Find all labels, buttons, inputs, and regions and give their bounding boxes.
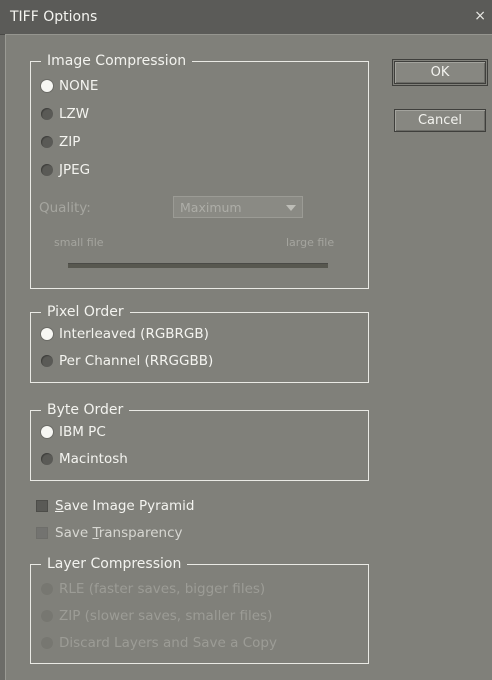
radio-unselected-icon <box>41 136 53 148</box>
checkbox-box <box>36 500 48 512</box>
title-bar: TIFF Options × <box>0 0 492 35</box>
byte-order-group: Byte Order IBM PC Macintosh <box>30 401 369 481</box>
byte-order-ibm-pc-label: IBM PC <box>59 424 106 440</box>
compression-none-radio[interactable]: NONE <box>41 78 98 94</box>
cancel-button[interactable]: Cancel <box>394 109 486 132</box>
radio-disabled-icon <box>41 583 53 595</box>
layer-compression-discard-label: Discard Layers and Save a Copy <box>59 635 277 651</box>
layer-compression-rle-radio[interactable]: RLE (faster saves, bigger files) <box>41 581 265 597</box>
pixel-order-per-channel-label: Per Channel (RRGGBB) <box>59 353 214 369</box>
pixel-order-interleaved-label: Interleaved (RGBRGB) <box>59 326 209 342</box>
radio-unselected-icon <box>41 453 53 465</box>
layer-compression-legend: Layer Compression <box>41 555 188 573</box>
quality-label: Quality: <box>39 200 91 216</box>
pixel-order-legend: Pixel Order <box>41 303 130 321</box>
byte-order-ibm-pc-radio[interactable]: IBM PC <box>41 424 106 440</box>
radio-unselected-icon <box>41 355 53 367</box>
pixel-order-interleaved-radio[interactable]: Interleaved (RGBRGB) <box>41 326 209 342</box>
checkbox-box <box>36 527 48 539</box>
compression-lzw-label: LZW <box>59 106 90 122</box>
layer-compression-zip-label: ZIP (slower saves, smaller files) <box>59 608 273 624</box>
radio-selected-icon <box>41 426 53 438</box>
quality-slider[interactable] <box>68 263 328 268</box>
layer-compression-rle-label: RLE (faster saves, bigger files) <box>59 581 266 597</box>
radio-selected-icon <box>41 80 53 92</box>
save-transparency-checkbox[interactable]: Save Transparency <box>36 525 183 541</box>
close-icon[interactable]: × <box>474 8 486 24</box>
compression-zip-radio[interactable]: ZIP <box>41 134 80 150</box>
pixel-order-group: Pixel Order Interleaved (RGBRGB) Per Cha… <box>30 303 369 383</box>
radio-disabled-icon <box>41 637 53 649</box>
radio-disabled-icon <box>41 610 53 622</box>
compression-none-label: NONE <box>59 78 99 94</box>
compression-jpeg-radio[interactable]: JPEG <box>41 162 90 178</box>
byte-order-macintosh-label: Macintosh <box>59 451 128 467</box>
tiff-options-dialog: OK Cancel Image Compression NONE LZW ZIP… <box>5 34 492 680</box>
large-file-label: large file <box>286 236 335 249</box>
layer-compression-zip-radio[interactable]: ZIP (slower saves, smaller files) <box>41 608 272 624</box>
layer-compression-discard-radio[interactable]: Discard Layers and Save a Copy <box>41 635 277 651</box>
compression-jpeg-label: JPEG <box>59 162 91 178</box>
save-image-pyramid-checkbox[interactable]: Save Image Pyramid <box>36 498 194 514</box>
quality-select[interactable]: Maximum <box>173 196 303 218</box>
radio-selected-icon <box>41 328 53 340</box>
radio-unselected-icon <box>41 164 53 176</box>
compression-lzw-radio[interactable]: LZW <box>41 106 89 122</box>
save-image-pyramid-label: Save Image Pyramid <box>55 498 195 514</box>
image-compression-group: Image Compression NONE LZW ZIP JPEG <box>30 52 369 289</box>
layer-compression-group: Layer Compression RLE (faster saves, big… <box>30 555 369 664</box>
radio-unselected-icon <box>41 108 53 120</box>
compression-zip-label: ZIP <box>59 134 81 150</box>
image-compression-legend: Image Compression <box>41 52 193 70</box>
byte-order-macintosh-radio[interactable]: Macintosh <box>41 451 128 467</box>
small-file-label: small file <box>54 236 104 249</box>
ok-button[interactable]: OK <box>392 59 488 86</box>
window-title: TIFF Options <box>10 9 98 25</box>
byte-order-legend: Byte Order <box>41 401 130 419</box>
chevron-down-icon <box>286 205 296 211</box>
quality-select-value: Maximum <box>180 199 242 215</box>
save-transparency-label: Save Transparency <box>55 525 183 541</box>
pixel-order-per-channel-radio[interactable]: Per Channel (RRGGBB) <box>41 353 213 369</box>
